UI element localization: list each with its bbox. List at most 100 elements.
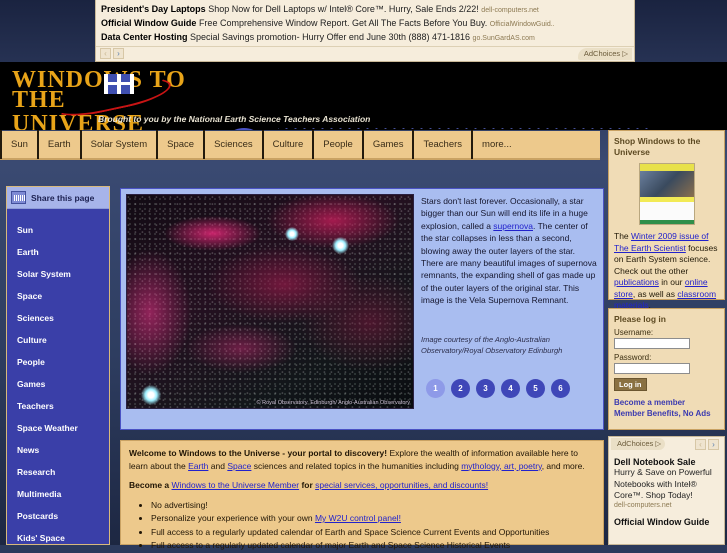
ad-controls-bar: ‹ › AdChoices ▷ [96,46,634,61]
image-courtesy: Image courtesy of the Anglo-Australian O… [421,335,563,355]
sidebar-item-sciences[interactable]: Sciences [17,307,109,329]
ad-body: Special Savings promotion- Hurry Offer e… [190,32,471,42]
ad-prev-arrow-icon[interactable]: ‹ [100,48,111,59]
site-logo[interactable]: WINDOWS TO THE UNIVERSE [8,64,188,130]
login-links: Become a member Member Benefits, No Ads [614,397,719,419]
sidebar-item-kids-space[interactable]: Kids' Space [17,527,109,549]
nav-item-earth[interactable]: Earth [39,130,82,159]
pagination-dot-5[interactable]: 5 [526,379,545,398]
login-panel: Please log in Username: Password: Log in… [608,308,725,430]
welcome-text-b: and [208,460,228,471]
feature-text: Stars don't last forever. Occasionally, … [421,195,599,355]
sidebar-item-culture[interactable]: Culture [17,329,109,351]
password-input[interactable] [614,363,690,374]
shop-text-a: The [614,231,632,241]
earth-link[interactable]: Earth [188,461,208,471]
pagination-dot-3[interactable]: 3 [476,379,495,398]
nav-item-solar-system[interactable]: Solar System [82,130,159,159]
ad-line[interactable]: Official Window Guide Free Comprehensive… [101,17,629,31]
ad-url[interactable]: go.SunGardAS.com [473,35,535,42]
ad-arrows: ‹ › [100,48,124,59]
nav-item-space[interactable]: Space [158,130,206,159]
ad-next-arrow-icon[interactable]: › [708,439,719,450]
ad-url[interactable]: OfficialWindowGuid.. [490,21,555,28]
member-benefits-no-ads-link[interactable]: Member Benefits, No Ads [614,408,719,419]
sidebar-ad-title[interactable]: Dell Notebook Sale [614,457,719,467]
humanities-link[interactable]: mythology, art, poetry [461,461,541,471]
space-link[interactable]: Space [227,461,251,471]
adchoices-badge[interactable]: AdChoices ▷ [611,438,666,450]
magazine-masthead [639,164,694,171]
sidebar-item-sun[interactable]: Sun [17,219,109,241]
share-this-page-button[interactable]: Share this page [7,187,109,209]
share-icon [11,191,26,204]
nav-item-sun[interactable]: Sun [0,130,39,159]
star-glow-icon [141,385,161,405]
shop-text-c: in our [658,277,685,287]
nav-item-games[interactable]: Games [364,130,415,159]
adchoices-badge[interactable]: AdChoices ▷ [577,48,632,60]
ad-body: Free Comprehensive Window Report. Get Al… [198,18,488,28]
nav-item-sciences[interactable]: Sciences [205,130,264,159]
pagination-dot-4[interactable]: 4 [501,379,520,398]
sidebar-list: Sun Earth Solar System Space Sciences Cu… [7,209,109,549]
welcome-paragraph-1: Welcome to Windows to the Universe - you… [129,447,595,472]
special-services-link[interactable]: special services, opportunities, and dis… [315,480,488,490]
sidebar-ad: AdChoices ▷ ‹ › Dell Notebook Sale Hurry… [608,436,725,545]
ad-body: Shop Now for Dell Laptops w/ Intel® Core… [208,4,479,14]
sidebar-item-news[interactable]: News [17,439,109,461]
list-item: No advertising! [151,499,595,513]
nav-item-people[interactable]: People [314,130,364,159]
ad-line[interactable]: Data Center Hosting Special Savings prom… [101,31,629,45]
control-panel-link[interactable]: My W2U control panel! [315,513,401,523]
login-button[interactable]: Log in [614,378,647,391]
site-header: WINDOWS TO THE UNIVERSE Brought to you b… [0,62,727,130]
sidebar-item-research[interactable]: Research [17,461,109,483]
sidebar-item-earth[interactable]: Earth [17,241,109,263]
become-a-text: Become a [129,480,172,490]
sidebar-item-space[interactable]: Space [17,285,109,307]
nav-item-more[interactable]: more... [473,130,521,159]
ad-prev-arrow-icon[interactable]: ‹ [695,439,706,450]
site-tagline: Brought to you by the National Earth Sci… [98,114,371,124]
welcome-paragraph-2: Become a Windows to the Universe Member … [129,479,595,492]
feature-image[interactable]: © Royal Observatory, Edinburgh/ Anglo-Au… [126,194,414,409]
sidebar-item-solar-system[interactable]: Solar System [17,263,109,285]
username-input[interactable] [614,338,690,349]
pagination-dot-2[interactable]: 2 [451,379,470,398]
share-label: Share this page [31,192,95,203]
sidebar-ad-arrows: ‹ › [695,439,719,450]
pagination-dot-6[interactable]: 6 [551,379,570,398]
member-link[interactable]: Windows to the Universe Member [172,480,300,490]
pagination-dot-1[interactable]: 1 [426,379,445,398]
left-sidebar: Share this page Sun Earth Solar System S… [6,186,110,545]
page-root: President's Day Laptops Shop Now for Del… [0,0,727,550]
nav-item-teachers[interactable]: Teachers [414,130,474,159]
sidebar-item-people[interactable]: People [17,351,109,373]
username-label: Username: [614,328,654,337]
ad-headline[interactable]: Official Window Guide [101,18,196,28]
become-member-link[interactable]: Become a member [614,397,719,408]
ad-line[interactable]: President's Day Laptops Shop Now for Del… [101,3,629,17]
sidebar-ad-url[interactable]: dell-computers.net [614,502,719,509]
ad-headline[interactable]: Data Center Hosting [101,32,188,42]
list-item: Full access to a regularly updated calen… [151,539,595,553]
sidebar-item-teachers[interactable]: Teachers [17,395,109,417]
sidebar-item-games[interactable]: Games [17,373,109,395]
ad-headline[interactable]: President's Day Laptops [101,4,206,14]
sidebar-item-space-weather[interactable]: Space Weather [17,417,109,439]
sidebar-ad-next-title[interactable]: Official Window Guide [614,517,719,527]
supernova-link[interactable]: supernova [493,221,533,231]
shop-title: Shop Windows to the Universe [614,136,701,157]
sidebar-ad-body: Hurry & Save on Powerful Notebooks with … [614,467,712,500]
ad-next-arrow-icon[interactable]: › [113,48,124,59]
shop-text-d: , as well as [632,288,678,299]
sidebar-item-multimedia[interactable]: Multimedia [17,483,109,505]
sidebar-item-postcards[interactable]: Postcards [17,505,109,527]
feature-panel: © Royal Observatory, Edinburgh/ Anglo-Au… [120,188,604,430]
publications-link[interactable]: publications [614,277,659,287]
magazine-green-band [639,220,694,224]
magazine-cover-image[interactable] [638,163,695,225]
nav-item-culture[interactable]: Culture [264,130,315,159]
ad-url[interactable]: dell-computers.net [481,7,539,14]
